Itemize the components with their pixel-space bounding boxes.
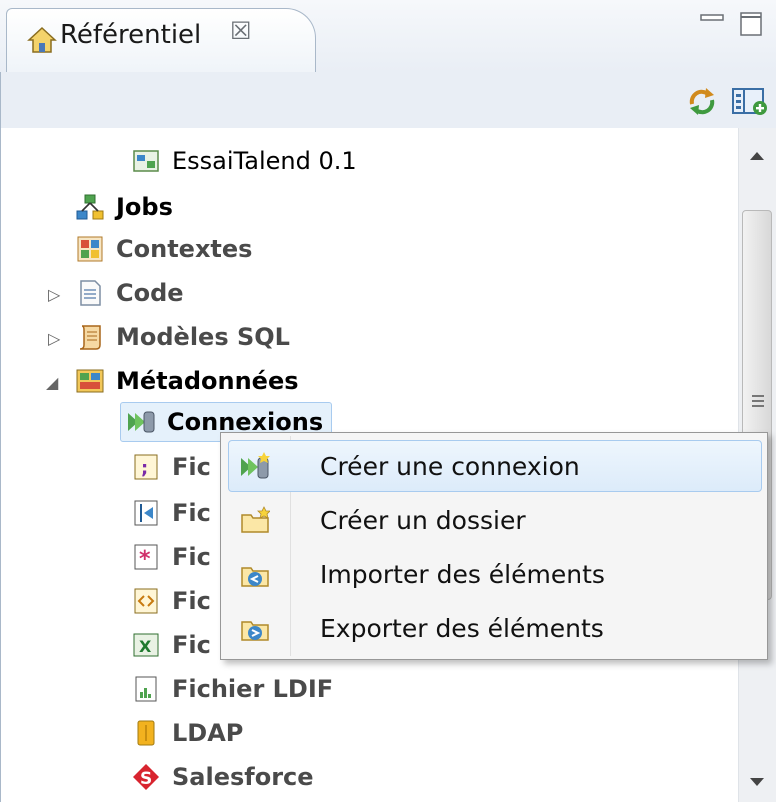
menu-item-create-connection[interactable]: Créer une connexion — [228, 440, 766, 492]
svg-text:;: ; — [141, 458, 148, 479]
tree-item-label: LDAP — [172, 719, 244, 747]
minimize-icon[interactable] — [700, 14, 724, 28]
jobs-icon — [76, 194, 104, 220]
menu-item-label: Importer des éléments — [320, 559, 605, 589]
menu-item-label: Créer une connexion — [320, 451, 580, 481]
tree-item-regex-file[interactable]: * Fic — [132, 536, 211, 578]
xml-file-icon — [134, 588, 158, 614]
ldap-icon — [137, 720, 155, 746]
tree-item-salesforce[interactable]: S Salesforce — [132, 756, 314, 798]
tree-item-label: Fic — [172, 631, 211, 659]
tree-item-label: Fic — [172, 543, 211, 571]
svg-text:X: X — [139, 637, 152, 656]
tree-item-delimited-file[interactable]: ; Fic — [132, 446, 211, 488]
regex-file-icon: * — [134, 544, 158, 571]
tree-item-label: Fic — [172, 499, 211, 527]
metadata-icon — [76, 369, 104, 393]
tree-item-contextes[interactable]: Contextes — [76, 228, 252, 270]
sql-templates-icon — [79, 325, 101, 350]
tree-item-label: Modèles SQL — [116, 323, 290, 351]
scroll-grip-icon — [752, 395, 764, 407]
delimited-file-icon: ; — [134, 454, 158, 480]
connections-icon — [128, 411, 155, 433]
menu-item-create-folder[interactable]: Créer un dossier — [228, 494, 766, 546]
tree-item-label: Métadonnées — [116, 367, 299, 395]
tree-item-positional-file[interactable]: Fic — [132, 492, 211, 534]
tree-item-label: Contextes — [116, 235, 253, 263]
svg-text:S: S — [140, 769, 152, 789]
tree-item-ldap[interactable]: LDAP — [132, 712, 243, 754]
tree-item-jobs[interactable]: Jobs — [76, 186, 173, 228]
maximize-icon[interactable] — [740, 12, 762, 36]
positional-file-icon — [134, 500, 158, 526]
menu-item-label: Créer un dossier — [320, 505, 526, 535]
tree-item-xml-file[interactable]: Fic — [132, 580, 211, 622]
tree-item-ldif-file[interactable]: Fichier LDIF — [132, 668, 333, 710]
project-icon — [133, 150, 159, 172]
create-connection-icon — [241, 452, 270, 479]
svg-text:*: * — [139, 547, 151, 571]
sync-icon[interactable] — [686, 86, 718, 116]
tree-item-modeles-sql[interactable]: Modèles SQL — [76, 316, 290, 358]
contexts-icon — [77, 236, 103, 262]
tree-item-label: EssaiTalend 0.1 — [172, 147, 357, 175]
close-icon[interactable]: ☒ — [230, 17, 252, 45]
tree-item-label: Code — [116, 279, 184, 307]
scroll-up-icon[interactable] — [748, 150, 766, 162]
code-icon — [80, 280, 101, 306]
menu-item-label: Exporter des éléments — [320, 613, 604, 643]
home-icon — [27, 26, 57, 53]
tree-item-label: Fichier LDIF — [172, 675, 334, 703]
salesforce-icon: S — [133, 764, 159, 790]
tab-title: Référentiel — [60, 20, 202, 50]
scroll-down-icon[interactable] — [748, 776, 766, 788]
tree-item-excel-file[interactable]: X Fic — [132, 624, 211, 666]
tree-item-label: Jobs — [116, 193, 173, 221]
view-toolbar — [0, 72, 776, 128]
tree-item-label: Salesforce — [172, 763, 314, 791]
tree-item-metadonnees[interactable]: Métadonnées — [76, 360, 299, 402]
collapse-panel-icon[interactable] — [732, 86, 768, 116]
create-folder-icon — [241, 506, 270, 533]
tree-item-label: Fic — [172, 453, 211, 481]
ldif-file-icon — [135, 676, 157, 702]
export-items-icon — [241, 621, 269, 641]
tree-item-code[interactable]: Code — [76, 272, 184, 314]
tree-item-label: Fic — [172, 587, 211, 615]
excel-file-icon: X — [133, 633, 159, 657]
menu-item-import-items[interactable]: Importer des éléments — [228, 548, 766, 600]
import-items-icon — [241, 567, 269, 587]
tree-item-project[interactable]: EssaiTalend 0.1 — [132, 140, 357, 182]
collapse-icon[interactable]: ◢ — [46, 373, 58, 392]
expand-icon[interactable]: ▷ — [48, 329, 60, 348]
menu-item-export-items[interactable]: Exporter des éléments — [228, 602, 766, 654]
expand-icon[interactable]: ▷ — [48, 285, 60, 304]
